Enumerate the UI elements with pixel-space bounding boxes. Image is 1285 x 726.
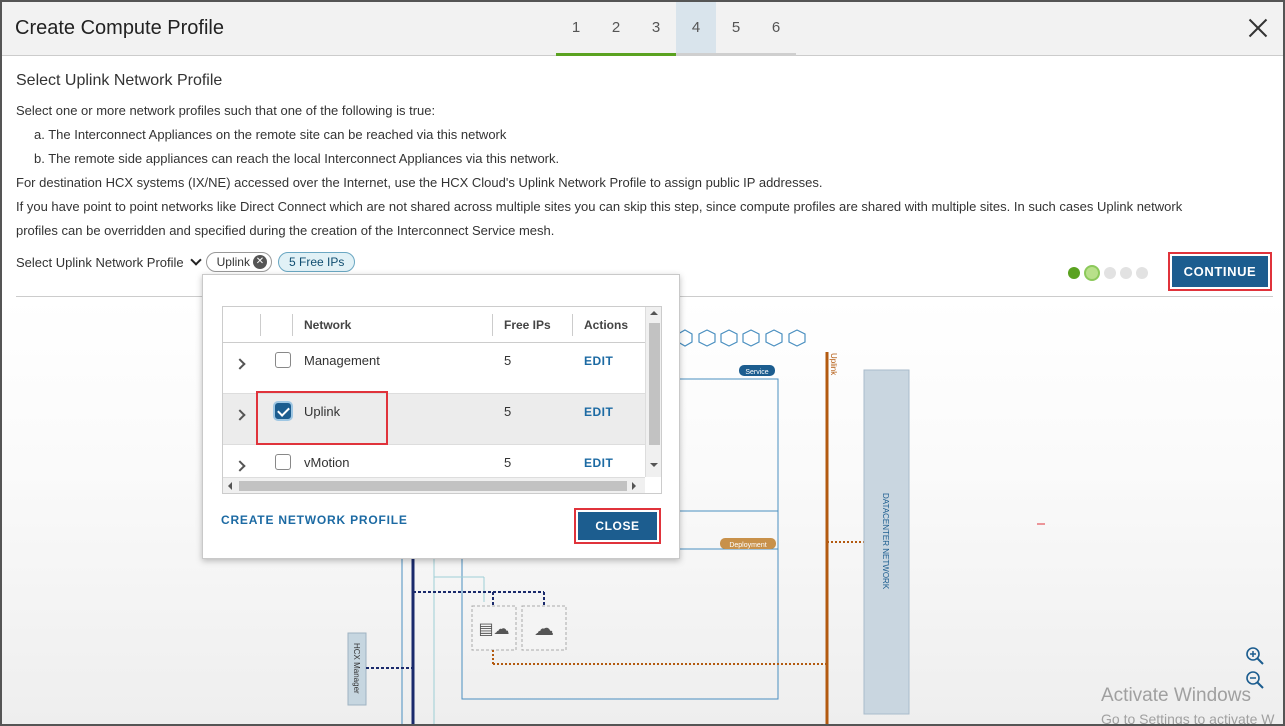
chevron-right-icon[interactable] xyxy=(234,460,246,472)
free-ips-badge: 5 Free IPs xyxy=(277,252,356,272)
deployment-badge: Deployment xyxy=(729,542,766,549)
progress-dot xyxy=(1136,267,1148,279)
condition-a: a. The Interconnect Appliances on the re… xyxy=(34,127,507,142)
chevron-right-icon[interactable] xyxy=(234,409,246,421)
free-ips-value: 5 xyxy=(504,404,512,419)
vertical-scrollbar[interactable] xyxy=(645,307,661,477)
close-button[interactable]: CLOSE xyxy=(578,512,657,540)
chip-label: Uplink xyxy=(216,255,250,269)
wizard-steps: 1 2 3 4 5 6 xyxy=(556,2,796,56)
create-network-profile-link[interactable]: CREATE NETWORK PROFILE xyxy=(221,513,408,527)
row-checkbox[interactable] xyxy=(275,352,291,368)
step-4[interactable]: 4 xyxy=(676,2,716,56)
horizontal-scrollbar[interactable] xyxy=(223,477,645,493)
p2p-note-line2: profiles can be overridden and specified… xyxy=(16,223,555,238)
progress-dot-current xyxy=(1084,265,1100,281)
svg-text:▤☁: ▤☁ xyxy=(478,619,509,638)
close-dialog-icon[interactable] xyxy=(1247,17,1269,39)
continue-button[interactable]: CONTINUE xyxy=(1172,256,1268,287)
grid-header: Network Free IPs Actions xyxy=(223,307,645,343)
selected-profile-chip: Uplink ✕ xyxy=(205,252,272,272)
internet-note: For destination HCX systems (IX/NE) acce… xyxy=(16,175,823,190)
step-1[interactable]: 1 xyxy=(556,2,596,56)
scroll-thumb[interactable] xyxy=(649,323,660,445)
step-5[interactable]: 5 xyxy=(716,2,756,56)
scroll-left-icon[interactable] xyxy=(224,482,232,490)
uplink-label: Uplink xyxy=(829,353,838,376)
network-name: Management xyxy=(304,353,380,368)
free-ips-value: 5 xyxy=(504,455,512,470)
step-3[interactable]: 3 xyxy=(636,2,676,56)
free-ips-value: 5 xyxy=(504,353,512,368)
edit-link[interactable]: EDIT xyxy=(584,456,613,470)
compute-profile-dialog: Create Compute Profile 1 2 3 4 5 6 Selec… xyxy=(0,0,1285,726)
dialog-header: Create Compute Profile 1 2 3 4 5 6 xyxy=(2,2,1283,56)
intro-text: Select one or more network profiles such… xyxy=(16,103,436,118)
progress-dot xyxy=(1120,267,1132,279)
step-2[interactable]: 2 xyxy=(596,2,636,56)
selector-label: Select Uplink Network Profile xyxy=(16,254,184,270)
progress-dot xyxy=(1104,267,1116,279)
uplink-row-highlight xyxy=(256,391,388,445)
edit-link[interactable]: EDIT xyxy=(584,354,613,368)
close-highlight: CLOSE xyxy=(574,508,661,544)
activate-windows-subtitle: Go to Settings to activate W xyxy=(1101,711,1275,726)
progress-dot xyxy=(1068,267,1080,279)
scroll-right-icon[interactable] xyxy=(632,482,640,490)
step-6[interactable]: 6 xyxy=(756,2,796,56)
datacenter-network-label: DATACENTER NETWORK xyxy=(881,493,890,590)
dialog-title: Create Compute Profile xyxy=(15,17,224,39)
chevron-down-icon[interactable] xyxy=(189,254,202,266)
network-name: vMotion xyxy=(304,455,350,470)
scroll-up-icon[interactable] xyxy=(650,307,658,315)
appliance-icons xyxy=(677,329,806,347)
column-network[interactable]: Network xyxy=(304,318,351,332)
progress-dots xyxy=(1068,265,1152,281)
chevron-right-icon[interactable] xyxy=(234,358,246,370)
continue-highlight: CONTINUE xyxy=(1168,252,1272,291)
condition-b: b. The remote side appliances can reach … xyxy=(34,151,560,166)
table-row[interactable]: Management 5 EDIT xyxy=(223,343,645,394)
hcx-manager-label: HCX Manager xyxy=(352,643,361,694)
column-actions: Actions xyxy=(584,318,629,332)
scroll-thumb[interactable] xyxy=(239,481,627,491)
scroll-down-icon[interactable] xyxy=(650,463,658,471)
service-badge: Service xyxy=(745,369,768,376)
column-free-ips[interactable]: Free IPs xyxy=(504,318,551,332)
uplink-profile-selector: Select Uplink Network Profile Uplink ✕ 5… xyxy=(16,252,356,272)
svg-text:☁: ☁ xyxy=(534,616,554,640)
remove-chip-icon[interactable]: ✕ xyxy=(252,255,267,269)
row-checkbox[interactable] xyxy=(275,454,291,470)
section-title: Select Uplink Network Profile xyxy=(16,72,223,89)
p2p-note-line1: If you have point to point networks like… xyxy=(16,199,1183,214)
activate-windows-title: Activate Windows xyxy=(1101,685,1251,706)
edit-link[interactable]: EDIT xyxy=(584,405,613,419)
zoom-in-icon[interactable] xyxy=(1245,646,1265,666)
